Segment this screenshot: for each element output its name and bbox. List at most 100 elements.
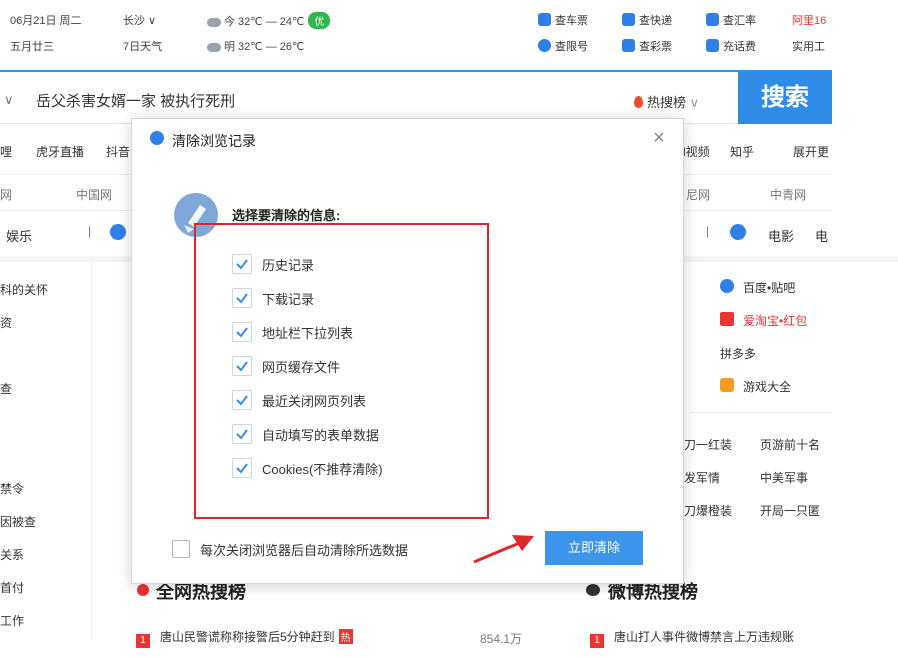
baidu-tieba-link[interactable]: 百度•贴吧 <box>743 279 795 296</box>
news-link[interactable]: 工作 <box>0 612 24 629</box>
weibo-hot-item-title: 唐山打人事件微博禁言上万违规账 <box>614 630 795 644</box>
news-link[interactable]: 科的关怀 <box>0 281 48 298</box>
game-icon <box>720 378 734 392</box>
nav-link[interactable]: l视频 <box>683 143 710 160</box>
games-link[interactable]: 游戏大全 <box>743 378 791 395</box>
air-quality-badge: 优 <box>308 12 331 29</box>
nav-link[interactable]: 虎牙直播 <box>36 143 84 160</box>
taobao-icon <box>720 312 734 326</box>
news-link[interactable]: 因被查 <box>0 513 36 530</box>
category-tab-entertainment[interactable]: 娱乐 <box>6 226 32 245</box>
taobao-link[interactable]: 爱淘宝•红包 <box>743 312 807 329</box>
option-checkbox[interactable] <box>232 390 252 410</box>
clear-option-row[interactable]: 网页缓存文件 <box>232 355 340 377</box>
search-button[interactable]: 搜索 <box>738 72 832 124</box>
checkmark-icon <box>236 327 248 338</box>
category-tab-movie[interactable]: 电影 <box>768 226 794 245</box>
clear-option-row[interactable]: 自动填写的表单数据 <box>232 423 379 445</box>
clear-history-dialog: 清除浏览记录 × 选择要清除的信息: 历史记录下载记录地址栏下拉列表网页缓存文件… <box>131 118 684 584</box>
auto-clear-checkbox[interactable] <box>172 540 190 558</box>
top-info-bar: 06月21日 周二 五月廿三 长沙 ∨ 7日天气 今 32℃ — 24℃ 优 明 … <box>0 0 898 70</box>
weibo-icon <box>586 584 600 596</box>
phone-icon <box>706 39 719 52</box>
hot-item-title: 唐山民警谎称称接警后5分钟赶到 <box>160 630 335 644</box>
flame-icon <box>634 96 643 108</box>
site-link[interactable]: 中青网 <box>770 186 806 203</box>
clear-option-row[interactable]: 历史记录 <box>232 253 314 275</box>
option-label: 历史记录 <box>262 257 315 273</box>
option-checkbox[interactable] <box>232 254 252 274</box>
game-link[interactable]: 刀一红装 <box>684 436 732 453</box>
news-link[interactable]: 资 <box>0 314 12 331</box>
movie-icon <box>730 224 746 240</box>
separator: | <box>706 224 710 238</box>
engine-dropdown-caret[interactable]: ∨ <box>4 92 14 108</box>
option-checkbox[interactable] <box>232 322 252 342</box>
option-label: Cookies(不推荐清除) <box>262 461 383 477</box>
practical-tools-link[interactable]: 实用工 <box>792 38 825 54</box>
site-link[interactable]: 网 <box>0 186 12 203</box>
site-link[interactable]: 中国网 <box>76 186 112 203</box>
seven-day-forecast-link[interactable]: 7日天气 <box>123 38 162 54</box>
clear-option-row[interactable]: 地址栏下拉列表 <box>232 321 353 343</box>
game-link[interactable]: 开局一只匿 <box>760 502 820 519</box>
game-link[interactable]: 页游前十名 <box>760 436 820 453</box>
chevron-down-icon: ∨ <box>689 95 700 110</box>
tool-lottery[interactable]: 查彩票 <box>622 38 672 54</box>
nav-link[interactable]: 抖音 <box>106 143 130 160</box>
news-link[interactable]: 关系 <box>0 546 24 563</box>
tool-plate-limit[interactable]: 查限号 <box>538 38 588 54</box>
clear-option-row[interactable]: Cookies(不推荐清除) <box>232 457 383 479</box>
option-checkbox[interactable] <box>232 356 252 376</box>
option-checkbox[interactable] <box>232 458 252 478</box>
pinduoduo-link[interactable]: 拼多多 <box>720 345 756 362</box>
weibo-hot-item[interactable]: 1 唐山打人事件微博禁言上万违规账 <box>590 628 794 648</box>
checkmark-icon <box>236 463 248 474</box>
fire-icon <box>137 584 149 596</box>
tool-exchange-rate[interactable]: 查汇率 <box>706 12 756 28</box>
dialog-title-bar: 清除浏览记录 <box>150 131 256 151</box>
game-link[interactable]: 刀爆橙装 <box>684 502 732 519</box>
news-link[interactable]: 查 <box>0 380 12 397</box>
tomorrow-temp: 明 32℃ — 26℃ <box>224 41 305 53</box>
clear-option-row[interactable]: 下载记录 <box>232 287 314 309</box>
news-link[interactable]: 禁令 <box>0 480 24 497</box>
browser-logo-icon <box>150 131 164 145</box>
military-link[interactable]: 中美军事 <box>760 469 808 486</box>
category-tab-tv[interactable]: 电 <box>815 226 828 245</box>
option-label: 地址栏下拉列表 <box>262 325 354 341</box>
lunar-date-text: 五月廿三 <box>10 41 54 53</box>
tool-label: 查限号 <box>555 41 588 53</box>
paw-icon <box>720 279 734 293</box>
rank-badge: 1 <box>136 634 150 648</box>
nav-expand-link[interactable]: 展开更 <box>793 143 829 160</box>
clear-option-row[interactable]: 最近关闭网页列表 <box>232 389 366 411</box>
section-label: 选择要清除的信息: <box>232 208 341 223</box>
tool-express[interactable]: 查快递 <box>622 12 672 28</box>
nav-link[interactable]: 知乎 <box>730 143 754 160</box>
hot-item[interactable]: 1 唐山民警谎称称接警后5分钟赶到热 <box>136 628 353 648</box>
hot-item-count: 854.1万 <box>480 632 523 646</box>
site-link[interactable]: 尼网 <box>686 186 710 203</box>
search-query-text[interactable]: 岳父杀害女婿一家 被执行死刑 <box>36 90 235 111</box>
ticket-icon <box>538 13 551 26</box>
city-selector[interactable]: 长沙 ∨ <box>123 12 156 28</box>
auto-clear-label: 每次关闭浏览器后自动清除所选数据 <box>200 542 409 558</box>
military-link[interactable]: 发军情 <box>684 469 720 486</box>
tool-phone-recharge[interactable]: 充话费 <box>706 38 756 54</box>
news-link[interactable]: 首付 <box>0 579 24 596</box>
tomorrow-weather: 明 32℃ — 26℃ <box>207 38 304 54</box>
red-arrow-annotation <box>473 535 534 564</box>
date-text: 06月21日 周二 <box>10 15 82 27</box>
clear-now-button[interactable]: 立即清除 <box>545 531 643 565</box>
ali-link[interactable]: 阿里16 <box>792 12 826 28</box>
auto-clear-option[interactable]: 每次关闭浏览器后自动清除所选数据 <box>172 538 408 560</box>
option-checkbox[interactable] <box>232 424 252 444</box>
close-icon[interactable]: × <box>648 127 670 149</box>
separator: | <box>88 224 92 238</box>
option-checkbox[interactable] <box>232 288 252 308</box>
tool-train-ticket[interactable]: 查车票 <box>538 12 588 28</box>
hot-search-dropdown[interactable]: 热搜榜 ∨ <box>634 92 699 111</box>
cloud-icon <box>207 42 221 52</box>
nav-link[interactable]: 哩 <box>0 143 12 160</box>
